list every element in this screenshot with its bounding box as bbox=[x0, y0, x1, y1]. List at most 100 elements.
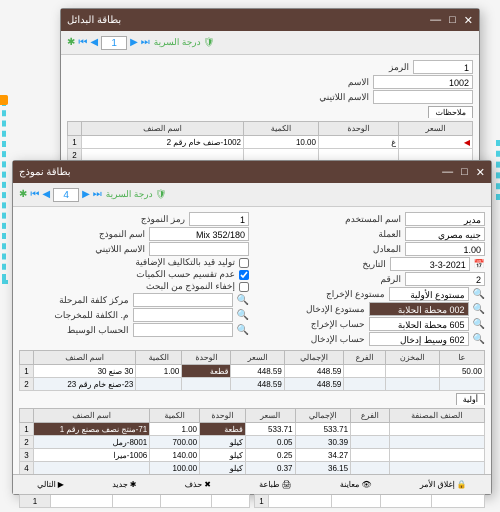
rate-field[interactable]: 1.00 bbox=[405, 242, 485, 256]
col-unit: الوحدة bbox=[182, 351, 231, 365]
chk3-label: إخفاء النموذج من البحث bbox=[146, 281, 235, 292]
min-icon[interactable]: — bbox=[442, 166, 453, 179]
add-icon[interactable]: ✱ bbox=[67, 37, 75, 48]
table-row[interactable]: 50.00 448.59448.59 قطعة1.00 30 صنع 301 bbox=[20, 365, 485, 378]
out-wh-field[interactable]: مستودع الأولية bbox=[389, 287, 469, 301]
name-label: الاسم bbox=[348, 77, 369, 88]
no-label: الرقم bbox=[380, 274, 401, 285]
cal-icon[interactable]: 📅 bbox=[474, 259, 485, 270]
col-wh: المخزن bbox=[385, 351, 439, 365]
cost-field[interactable] bbox=[133, 308, 233, 322]
search-icon[interactable]: 🔍 bbox=[473, 289, 485, 300]
chk-hide[interactable] bbox=[239, 282, 249, 292]
search-icon[interactable]: 🔍 bbox=[473, 304, 485, 315]
cost-label: م. الكلفة للمخرجات bbox=[54, 310, 128, 321]
mname-field[interactable]: Mix 352/180 bbox=[149, 227, 249, 241]
tab-raw[interactable]: أولية bbox=[456, 393, 485, 405]
table-row[interactable]: 448.59448.59 23-صنع خام رقم 232 bbox=[20, 378, 485, 391]
currency-field[interactable]: جنيه مصري bbox=[405, 227, 485, 241]
delete-button[interactable]: ✖ حذف bbox=[185, 480, 211, 489]
tab-notes[interactable]: ملاحظات bbox=[428, 106, 473, 118]
stage-label: مركز كلفة المرحلة bbox=[59, 295, 128, 306]
col-tot2: الإجمالي bbox=[295, 409, 351, 423]
user-label: اسم المستخدم bbox=[345, 214, 401, 225]
preview-button[interactable]: 👁 معاينة bbox=[340, 480, 372, 489]
code-field[interactable]: 1 bbox=[413, 60, 473, 74]
mcode-field[interactable]: 1 bbox=[189, 212, 249, 226]
next-button[interactable]: ▶ التالي bbox=[37, 480, 64, 489]
next-icon[interactable]: ▶ bbox=[130, 37, 138, 48]
outacc-field[interactable]: 605 محطة الحلابة bbox=[369, 317, 469, 331]
pager-1: ⏭ ▶ 1 ◀ ⏮ ✱ bbox=[67, 36, 150, 50]
in-wh-field[interactable]: 002 محطة الحلابة bbox=[369, 302, 469, 316]
close-icon[interactable]: ✕ bbox=[476, 166, 485, 179]
col-qty2: الكمية bbox=[150, 409, 200, 423]
stage-field[interactable] bbox=[133, 293, 233, 307]
min-icon[interactable]: — bbox=[430, 14, 441, 27]
col-item2: اسم الصنف bbox=[34, 409, 150, 423]
prev-icon[interactable]: ◀ bbox=[90, 37, 98, 48]
col-cls: الصنف المصنفة bbox=[389, 409, 484, 423]
first-icon[interactable]: ⏮ bbox=[30, 189, 39, 200]
no-field[interactable]: 2 bbox=[405, 272, 485, 286]
table-row[interactable]: 30.390.05كيلو700.008001-رمل2 bbox=[20, 436, 485, 449]
close-icon[interactable]: ✕ bbox=[464, 14, 473, 27]
table-row[interactable]: 1 bbox=[20, 495, 250, 508]
mid-label: الحساب الوسيط bbox=[67, 325, 129, 336]
toolbar-2: 🛡 درجة السرية ⏭ ▶ 4 ◀ ⏮ ✱ bbox=[13, 183, 491, 207]
print-button[interactable]: 🖨 طباعة bbox=[259, 480, 291, 489]
max-icon[interactable]: □ bbox=[461, 166, 468, 179]
col-price2: السعر bbox=[245, 409, 295, 423]
add-icon[interactable]: ✱ bbox=[19, 189, 27, 200]
search-icon[interactable]: 🔍 bbox=[473, 334, 485, 345]
first-icon[interactable]: ⏮ bbox=[78, 37, 87, 48]
latin-field[interactable] bbox=[373, 90, 473, 104]
in-wh-label: مستودع الإدخال bbox=[306, 304, 365, 315]
grid-out: عا المخزن الفرع الإجمالي السعر الوحدة ال… bbox=[19, 350, 485, 391]
table-row[interactable]: ◀ غ 10.00 1002-صنف خام رقم 2 1 bbox=[68, 136, 473, 149]
search-icon[interactable]: 🔍 bbox=[473, 319, 485, 330]
page-field[interactable]: 4 bbox=[53, 188, 79, 202]
chk-nosplit[interactable] bbox=[239, 270, 249, 280]
prev-icon[interactable]: ◀ bbox=[42, 189, 50, 200]
search-icon[interactable]: 🔍 bbox=[237, 295, 249, 306]
col-price: السعر bbox=[399, 122, 473, 136]
inacc-field[interactable]: 602 وسيط إدخال bbox=[369, 332, 469, 346]
col-n: عا bbox=[439, 351, 484, 365]
new-button[interactable]: ✱ جديد bbox=[112, 480, 136, 489]
user-field[interactable]: مدير bbox=[405, 212, 485, 226]
max-icon[interactable]: □ bbox=[449, 14, 456, 27]
col-item: اسم الصنف bbox=[82, 122, 244, 136]
shield-icon: 🛡 bbox=[203, 37, 214, 47]
mid-field[interactable] bbox=[133, 323, 233, 337]
col-item: اسم الصنف bbox=[34, 351, 136, 365]
title-2: بطاقة نموذج bbox=[19, 167, 71, 178]
mlatin-field[interactable] bbox=[149, 242, 249, 256]
date-field[interactable]: 3-3-2021 bbox=[390, 257, 470, 271]
arrow-icon: ◀ bbox=[464, 138, 470, 147]
mlatin-label: الاسم اللاتيني bbox=[95, 244, 145, 255]
chk-cost[interactable] bbox=[239, 258, 249, 268]
toolbar-1: 🛡 درجة السرية ⏭ ▶ 1 ◀ ⏮ ✱ bbox=[61, 31, 479, 55]
table-row[interactable]: 34.270.25كيلو140.001006-ميرا3 bbox=[20, 449, 485, 462]
page-field[interactable]: 1 bbox=[101, 36, 127, 50]
last-icon[interactable]: ⏭ bbox=[141, 37, 150, 48]
pager-2: ⏭ ▶ 4 ◀ ⏮ ✱ bbox=[19, 188, 102, 202]
col-qty: الكمية bbox=[136, 351, 182, 365]
col-tot: الإجمالي bbox=[284, 351, 344, 365]
table-row[interactable]: 36.150.37كيلو100.004 bbox=[20, 462, 485, 475]
search-icon[interactable]: 🔍 bbox=[237, 310, 249, 321]
col-unit2: الوحدة bbox=[200, 409, 246, 423]
titlebar-1: ✕ □ — بطاقة البدائل bbox=[61, 9, 479, 31]
outacc-label: حساب الإخراج bbox=[311, 319, 365, 330]
search-icon[interactable]: 🔍 bbox=[237, 325, 249, 336]
name-field[interactable]: 1002 bbox=[373, 75, 473, 89]
col-num bbox=[68, 122, 82, 136]
next-icon[interactable]: ▶ bbox=[82, 189, 90, 200]
table-row[interactable]: 533.71533.71قطعة1.0071-منتج نصف مصنع رقم… bbox=[20, 423, 485, 436]
table-row[interactable]: 1 bbox=[255, 495, 485, 508]
titlebar-2: ✕ □ — بطاقة نموذج bbox=[13, 161, 491, 183]
last-icon[interactable]: ⏭ bbox=[93, 189, 102, 200]
model-card-window: ✕ □ — بطاقة نموذج 🛡 درجة السرية ⏭ ▶ 4 ◀ … bbox=[12, 160, 492, 495]
close-order-button[interactable]: 🔒 إغلاق الأمر bbox=[420, 480, 467, 489]
